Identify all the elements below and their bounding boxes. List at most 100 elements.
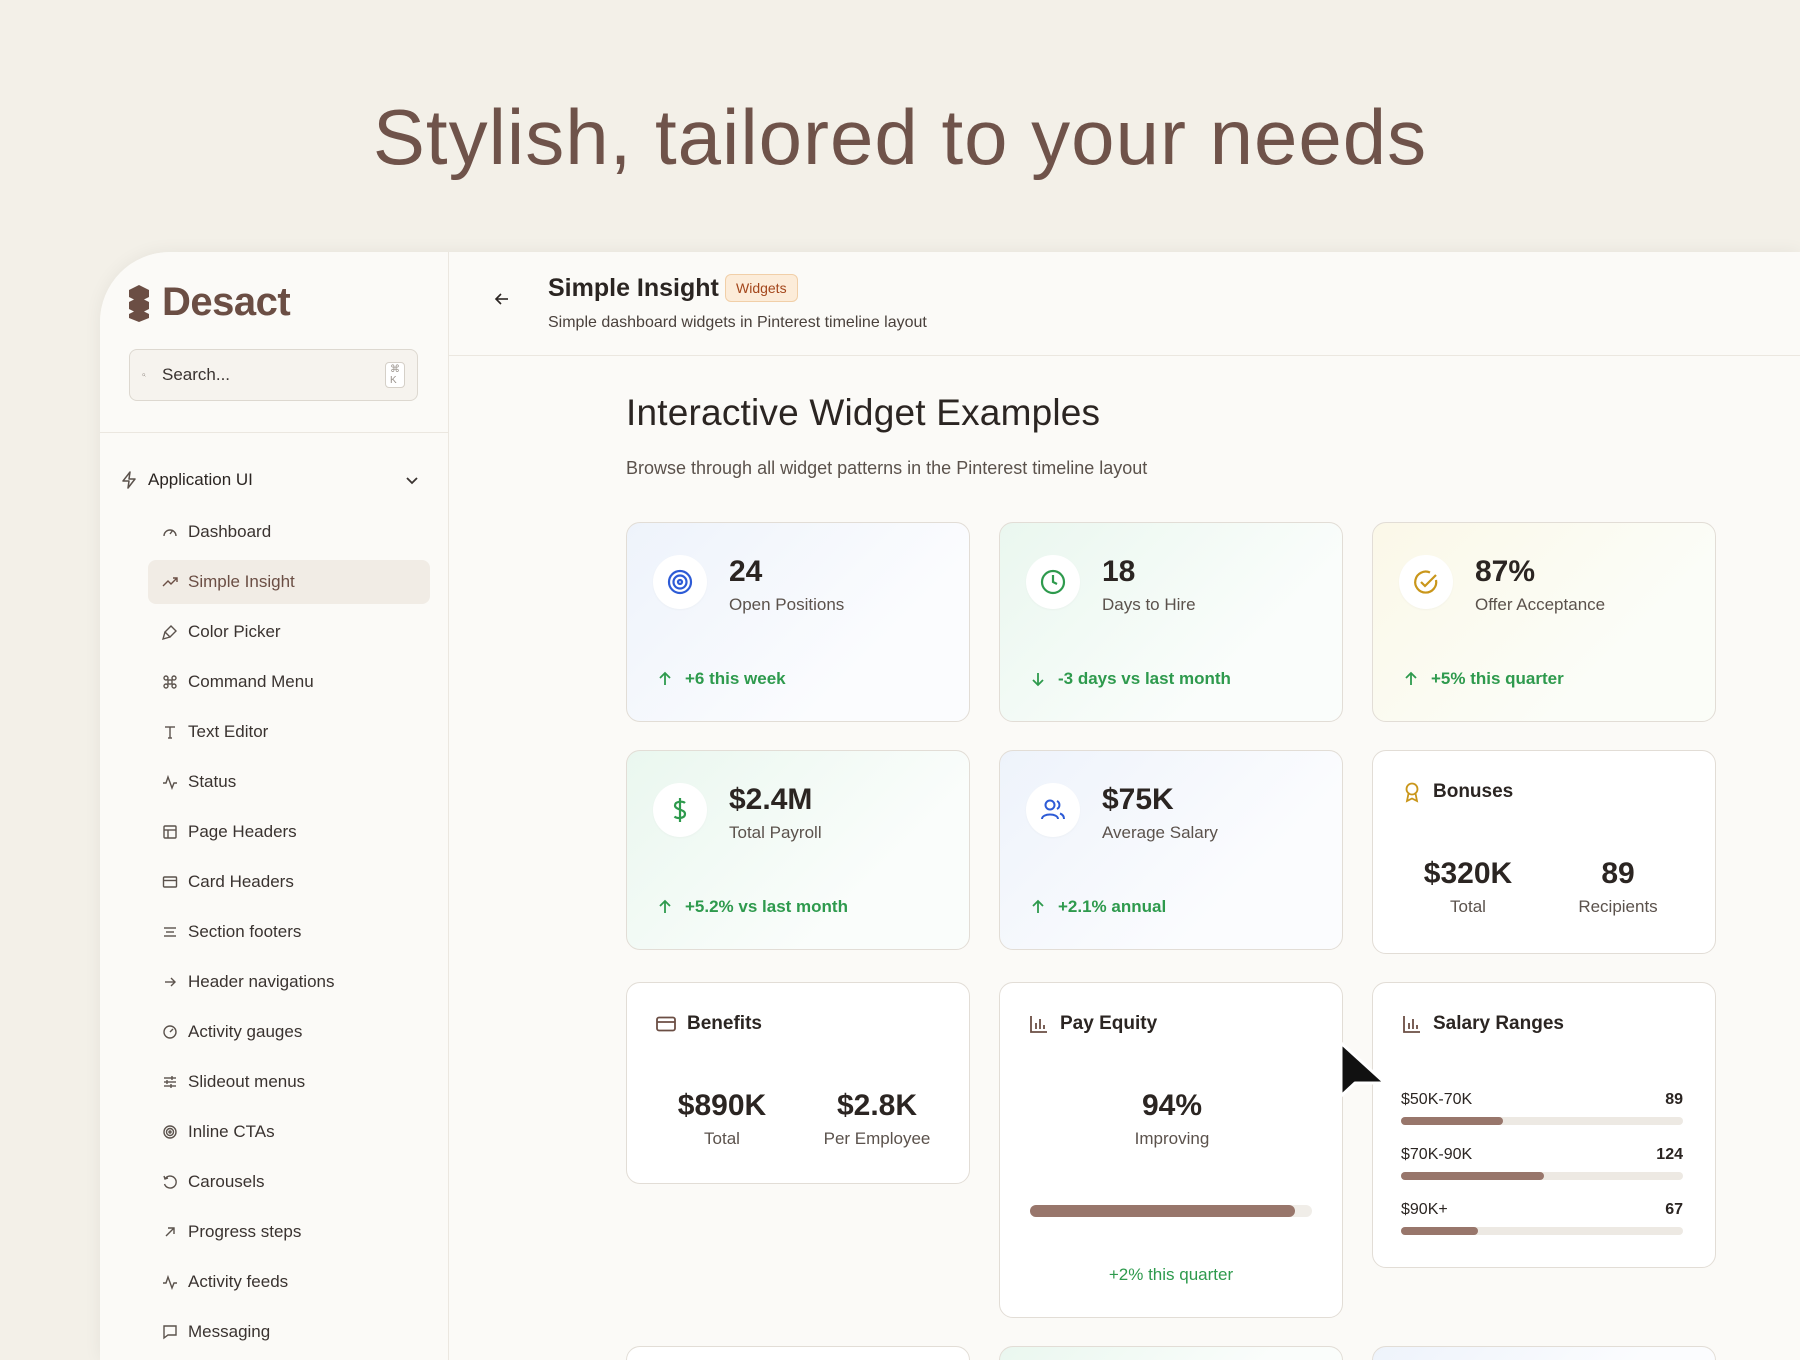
widget-header: Bonuses — [1401, 781, 1513, 803]
activity-icon — [163, 1274, 177, 1290]
stat-trend: +6 this week — [657, 669, 786, 689]
stat-card-offer-acceptance[interactable]: 87% Offer Acceptance +5% this quarter — [1372, 522, 1716, 722]
sidebar-item-card-headers[interactable]: Card Headers — [148, 860, 430, 904]
brand-logo[interactable]: Desact — [128, 280, 291, 325]
stat-label: Total Payroll — [729, 823, 822, 842]
sidebar: Desact ⌘ K Application UI Dashboard — [100, 252, 449, 1360]
salary-range-count: 124 — [1656, 1146, 1683, 1163]
arrow-up-icon — [1405, 671, 1417, 685]
search-input[interactable] — [160, 364, 385, 386]
brush-icon — [162, 625, 177, 640]
stat-trend: +2.1% annual — [1030, 897, 1166, 917]
benefits-per-value: $2.8K — [836, 1089, 918, 1122]
widget-pay-equity[interactable]: Pay Equity 94% Improving +2% this quarte… — [999, 982, 1343, 1318]
icon-circle — [1026, 555, 1080, 609]
sidebar-item-command-menu[interactable]: Command Menu — [148, 660, 430, 704]
stat-trend-text: +2.1% annual — [1058, 897, 1167, 916]
sidebar-item-activity-gauges[interactable]: Activity gauges — [148, 1010, 430, 1054]
stat-value: $2.4M — [729, 783, 813, 816]
sidebar-item-section-footers[interactable]: Section footers — [148, 910, 430, 954]
search-box[interactable]: ⌘ K — [129, 349, 418, 401]
sidebar-item-label: Status — [188, 772, 237, 791]
stat-card-average-salary[interactable]: $75K Average Salary +2.1% annual — [999, 750, 1343, 950]
sidebar-nav: Dashboard Simple Insight Color Picker Co… — [148, 510, 430, 1360]
stat-value: 18 — [1102, 555, 1136, 588]
pay-equity-progress-fill — [1030, 1205, 1296, 1217]
chevron-down-icon[interactable] — [404, 472, 420, 488]
salary-range-track — [1401, 1172, 1683, 1180]
salary-range-count: 89 — [1665, 1091, 1683, 1108]
sidebar-item-activity-feeds[interactable]: Activity feeds — [148, 1260, 430, 1304]
widget-card-partial[interactable] — [1372, 1346, 1716, 1360]
sidebar-item-simple-insight[interactable]: Simple Insight — [148, 560, 430, 604]
sliders-icon — [164, 1076, 176, 1088]
pay-equity-value: 94% — [1141, 1089, 1203, 1122]
stat-card-days-to-hire[interactable]: 18 Days to Hire -3 days vs last month — [999, 522, 1343, 722]
mouse-cursor-icon — [1339, 1041, 1387, 1098]
widget-benefits[interactable]: Benefits $890K Total $2.8K Per Employee — [626, 982, 970, 1184]
sidebar-item-dashboard[interactable]: Dashboard — [148, 510, 430, 554]
bonuses-total-value: $320K — [1423, 857, 1513, 890]
users-icon — [1041, 799, 1065, 820]
sidebar-item-label: Header navigations — [188, 972, 335, 991]
widget-salary-ranges[interactable]: Salary Ranges $50K-70K 89 $70K-90K 124 $90… — [1372, 982, 1716, 1268]
award-icon — [1405, 782, 1419, 803]
benefits-per-employee: $2.8K Per Employee — [797, 1089, 957, 1149]
benefits-total-value: $890K — [677, 1089, 767, 1122]
page-badge: Widgets — [725, 274, 798, 302]
sidebar-item-carousels[interactable]: Carousels — [148, 1160, 430, 1204]
widget-header: Benefits — [655, 1013, 762, 1035]
sidebar-item-text-editor[interactable]: Text Editor — [148, 710, 430, 754]
arrow-up-icon — [659, 671, 671, 685]
sidebar-item-label: Text Editor — [188, 722, 269, 741]
sidebar-item-label: Inline CTAs — [188, 1122, 275, 1141]
stat-label: Days to Hire — [1102, 595, 1196, 614]
salary-range-track — [1401, 1117, 1683, 1125]
widget-bonuses[interactable]: Bonuses $320K Total 89 Recipients — [1372, 750, 1716, 954]
arrow-up-icon — [1032, 899, 1044, 913]
hero-headline: Stylish, tailored to your needs — [372, 93, 1428, 181]
back-arrow-icon[interactable] — [491, 288, 513, 310]
sidebar-item-label: Page Headers — [188, 822, 297, 841]
bonuses-recipients-value: 89 — [1601, 857, 1635, 890]
arrow-up-right-icon — [165, 1227, 175, 1237]
page-title: Simple Insight — [548, 274, 719, 302]
sidebar-item-label: Activity gauges — [188, 1022, 303, 1041]
sidebar-item-label: Slideout menus — [188, 1072, 306, 1091]
stat-value: $75K — [1102, 783, 1174, 816]
sidebar-item-inline-ctas[interactable]: Inline CTAs — [148, 1110, 430, 1154]
sidebar-group-application-ui[interactable]: Application UI — [120, 470, 430, 490]
lightning-icon — [122, 471, 136, 489]
sidebar-item-messaging[interactable]: Messaging — [148, 1310, 430, 1354]
stat-card-total-payroll[interactable]: $2.4M Total Payroll +5.2% vs last month — [626, 750, 970, 950]
sidebar-item-label: Simple Insight — [188, 572, 295, 591]
bonuses-recipients-label: Recipients — [1578, 897, 1658, 916]
bar-chart-icon — [1030, 1016, 1047, 1033]
type-icon — [165, 726, 175, 739]
widget-header: Salary Ranges — [1401, 1013, 1564, 1035]
sidebar-item-color-picker[interactable]: Color Picker — [148, 610, 430, 654]
sidebar-item-header-navigations[interactable]: Header navigations — [148, 960, 430, 1004]
arrow-right-icon — [165, 977, 176, 987]
salary-range-row: $90K+ 67 — [1401, 1201, 1683, 1235]
stat-trend: +5% this quarter — [1403, 669, 1564, 689]
sidebar-item-label: Color Picker — [188, 622, 281, 641]
salary-range-fill — [1401, 1117, 1504, 1125]
message-icon — [163, 1325, 177, 1340]
check-circle-icon — [1414, 570, 1438, 594]
bonuses-recipients: 89 Recipients — [1563, 857, 1673, 917]
stat-card-open-positions[interactable]: 24 Open Positions +6 this week — [626, 522, 970, 722]
arrow-up-icon — [659, 899, 671, 913]
widget-header: Pay Equity — [1028, 1013, 1157, 1035]
sidebar-item-slideout-menus[interactable]: Slideout menus — [148, 1060, 430, 1104]
sidebar-item-page-headers[interactable]: Page Headers — [148, 810, 430, 854]
sidebar-item-status[interactable]: Status — [148, 760, 430, 804]
sidebar-item-label: Command Menu — [188, 672, 314, 691]
lines-icon — [164, 927, 176, 937]
widget-card-partial[interactable] — [999, 1346, 1343, 1360]
sidebar-item-progress-steps[interactable]: Progress steps — [148, 1210, 430, 1254]
brand-name: Desact — [162, 280, 291, 324]
widget-card-partial[interactable] — [626, 1346, 970, 1360]
stat-trend-text: +6 this week — [685, 669, 786, 688]
sidebar-item-label: Messaging — [188, 1322, 271, 1341]
